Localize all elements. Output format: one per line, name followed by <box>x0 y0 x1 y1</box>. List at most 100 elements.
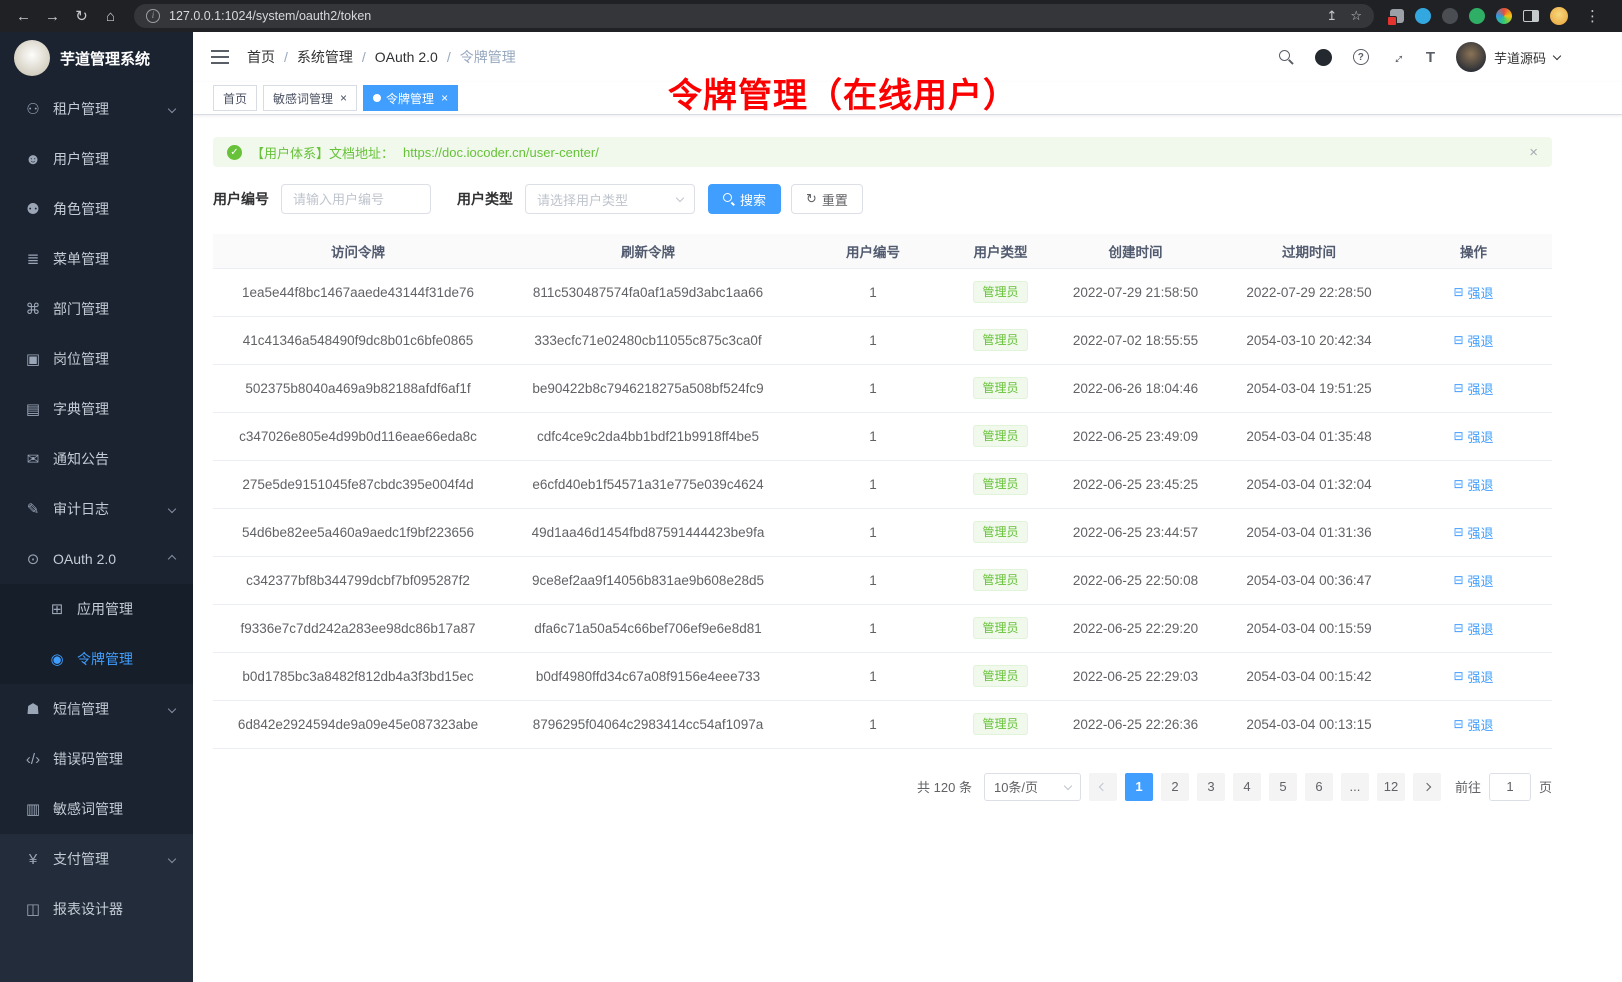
breadcrumb-item[interactable]: OAuth 2.0 <box>375 49 438 65</box>
alert-close-icon[interactable]: × <box>1529 144 1538 161</box>
action-cell: ⊟强退 <box>1395 508 1552 556</box>
tab-close-icon[interactable]: × <box>340 91 347 105</box>
browser-address-bar[interactable]: i 127.0.0.1:1024/system/oauth2/token ↥ ☆ <box>134 4 1374 28</box>
force-logout-button[interactable]: ⊟强退 <box>1453 715 1493 734</box>
chevron-right-icon <box>1423 782 1431 790</box>
split-view-icon[interactable] <box>1523 10 1539 22</box>
alert-link[interactable]: https://doc.iocoder.cn/user-center/ <box>403 145 599 160</box>
user-menu[interactable]: 芋道源码 <box>1456 42 1560 72</box>
delete-icon: ⊟ <box>1453 333 1463 347</box>
user-type-tag: 管理员 <box>973 713 1027 735</box>
sidebar-item-report-designer[interactable]: ◫报表设计器 <box>0 884 193 934</box>
delete-icon: ⊟ <box>1453 717 1463 731</box>
tab-token[interactable]: 令牌管理× <box>363 85 458 111</box>
created-time-cell: 2022-07-29 21:58:50 <box>1048 268 1223 316</box>
action-cell: ⊟强退 <box>1395 316 1552 364</box>
sidebar-item-oauth[interactable]: ⊙OAuth 2.0 <box>0 534 193 584</box>
user-type-select[interactable]: 请选择用户类型 <box>525 184 695 214</box>
page-button-12[interactable]: 12 <box>1377 773 1405 801</box>
font-size-icon[interactable]: T <box>1426 49 1435 66</box>
user-type-label: 用户类型 <box>457 189 513 209</box>
sidebar-item-oauth-token[interactable]: ◉令牌管理 <box>0 634 193 684</box>
help-icon[interactable]: ? <box>1353 49 1369 65</box>
expire-time-cell: 2054-03-04 00:15:59 <box>1223 604 1395 652</box>
tab-home[interactable]: 首页 <box>213 85 257 111</box>
site-info-icon[interactable]: i <box>146 9 160 23</box>
sidebar-item-user[interactable]: ☻用户管理 <box>0 134 193 184</box>
created-time-cell: 2022-06-25 23:45:25 <box>1048 460 1223 508</box>
search-icon[interactable] <box>1279 50 1294 65</box>
page-button-3[interactable]: 3 <box>1197 773 1225 801</box>
user-type-cell: 管理员 <box>953 364 1048 412</box>
prev-page-button[interactable] <box>1089 773 1117 801</box>
browser-profile-avatar[interactable] <box>1550 7 1568 25</box>
reset-button[interactable]: ↻ 重置 <box>791 184 863 214</box>
next-page-button[interactable] <box>1413 773 1441 801</box>
force-logout-button[interactable]: ⊟强退 <box>1453 667 1493 686</box>
forward-icon[interactable]: → <box>39 3 66 29</box>
expire-time-cell: 2054-03-10 20:42:34 <box>1223 316 1395 364</box>
force-logout-button[interactable]: ⊟强退 <box>1453 523 1493 542</box>
column-header: 过期时间 <box>1223 234 1395 268</box>
table-row: 54d6be82ee5a460a9aedc1f9bf22365649d1aa46… <box>213 508 1552 556</box>
sidebar-item-menu[interactable]: ≣菜单管理 <box>0 234 193 284</box>
force-logout-button[interactable]: ⊟强退 <box>1453 571 1493 590</box>
force-logout-button[interactable]: ⊟强退 <box>1453 379 1493 398</box>
extension-wheel-icon[interactable] <box>1496 8 1512 24</box>
sidebar-item-audit-log[interactable]: ✎审计日志 <box>0 484 193 534</box>
search-button[interactable]: 搜索 <box>708 184 781 214</box>
page-button-4[interactable]: 4 <box>1233 773 1261 801</box>
github-icon[interactable] <box>1315 49 1332 66</box>
sidebar-item-sensitive-word[interactable]: ▥敏感词管理 <box>0 784 193 834</box>
access-token-cell: c342377bf8b344799dcbf7bf095287f2 <box>213 556 503 604</box>
menu-kebab-icon[interactable]: ⋮ <box>1579 3 1606 29</box>
force-logout-button[interactable]: ⊟强退 <box>1453 475 1493 494</box>
page-ellipsis[interactable]: ... <box>1341 773 1369 801</box>
force-logout-button[interactable]: ⊟强退 <box>1453 331 1493 350</box>
bookmark-star-icon[interactable]: ☆ <box>1350 8 1362 24</box>
back-icon[interactable]: ← <box>10 3 37 29</box>
tab-close-icon[interactable]: × <box>441 91 448 105</box>
sidebar-item-sms[interactable]: ☗短信管理 <box>0 684 193 734</box>
force-logout-button[interactable]: ⊟强退 <box>1453 427 1493 446</box>
page-size-select[interactable]: 10条/页 <box>984 773 1081 801</box>
refresh-token-cell: cdfc4ce9c2da4bb1bdf21b9918ff4be5 <box>503 412 793 460</box>
sidebar-item-dept[interactable]: ⌘部门管理 <box>0 284 193 334</box>
chevron-down-icon <box>168 105 176 113</box>
breadcrumb-item[interactable]: 系统管理 <box>297 47 353 67</box>
user-id-cell: 1 <box>793 460 953 508</box>
delete-icon: ⊟ <box>1453 573 1463 587</box>
goto-page-input[interactable] <box>1489 773 1531 801</box>
reload-icon[interactable]: ↻ <box>68 3 95 29</box>
breadcrumb-item[interactable]: 首页 <box>247 47 275 67</box>
force-logout-button[interactable]: ⊟强退 <box>1453 283 1493 302</box>
page-button-5[interactable]: 5 <box>1269 773 1297 801</box>
pagination-pages: 123456...12 <box>1125 773 1405 801</box>
extension-grid-icon[interactable] <box>1390 9 1404 23</box>
access-token-cell: f9336e7c7dd242a283ee98dc86b17a87 <box>213 604 503 652</box>
user-type-cell: 管理员 <box>953 508 1048 556</box>
page-button-6[interactable]: 6 <box>1305 773 1333 801</box>
sidebar-item-tenant[interactable]: ⚇租户管理 <box>0 84 193 134</box>
sidebar-item-role[interactable]: ⚉角色管理 <box>0 184 193 234</box>
sidebar-item-dict[interactable]: ▤字典管理 <box>0 384 193 434</box>
page-button-2[interactable]: 2 <box>1161 773 1189 801</box>
force-logout-button[interactable]: ⊟强退 <box>1453 619 1493 638</box>
fullscreen-icon[interactable]: ↔ <box>1386 46 1409 69</box>
home-icon[interactable]: ⌂ <box>97 3 124 29</box>
share-icon[interactable]: ↥ <box>1326 8 1337 24</box>
sidebar-collapse-icon[interactable] <box>211 50 229 64</box>
sidebar-item-oauth-app[interactable]: ⊞应用管理 <box>0 584 193 634</box>
extension-green-icon[interactable] <box>1469 8 1485 24</box>
page-button-1[interactable]: 1 <box>1125 773 1153 801</box>
sidebar-item-notice[interactable]: ✉通知公告 <box>0 434 193 484</box>
tab-sensitive-word[interactable]: 敏感词管理× <box>263 85 357 111</box>
user-id-input[interactable] <box>281 184 431 214</box>
extension-dark-icon[interactable] <box>1442 8 1458 24</box>
sidebar-item-post[interactable]: ▣岗位管理 <box>0 334 193 384</box>
sidebar-item-error-code[interactable]: ‹/›错误码管理 <box>0 734 193 784</box>
sidebar-item-payment[interactable]: ¥支付管理 <box>0 834 193 884</box>
chevron-left-icon <box>1099 782 1107 790</box>
app-logo-row[interactable]: 芋道管理系统 <box>0 32 193 84</box>
extension-blue-icon[interactable] <box>1415 8 1431 24</box>
